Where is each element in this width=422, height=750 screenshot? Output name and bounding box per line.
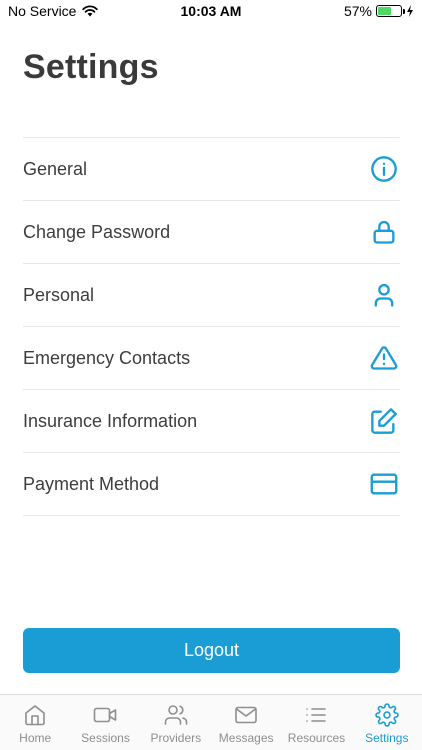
gear-icon [375,703,399,727]
tab-settings[interactable]: Settings [352,695,422,750]
tab-bar: Home Sessions Providers Messages Resourc… [0,694,422,750]
settings-item-payment-method[interactable]: Payment Method [23,453,400,516]
logout-button[interactable]: Logout [23,628,400,673]
edit-icon [369,406,399,436]
charging-icon [407,5,413,17]
tab-label: Home [19,731,52,745]
tab-providers[interactable]: Providers [141,695,211,750]
battery-percent: 57% [343,3,372,19]
battery-cap [403,9,405,14]
battery-fill [378,7,391,15]
tab-label: Settings [365,731,409,745]
tab-sessions[interactable]: Sessions [70,695,140,750]
list-icon [306,708,327,722]
credit-card-icon [369,469,399,499]
video-icon [94,707,117,723]
settings-item-personal[interactable]: Personal [23,264,400,327]
settings-list: General Change Password Personal Emergen… [23,137,400,516]
tab-resources[interactable]: Resources [281,695,351,750]
home-icon [25,705,45,726]
tab-label: Resources [287,731,346,745]
tab-messages[interactable]: Messages [211,695,281,750]
tab-label: Sessions [81,731,130,745]
settings-item-label: Change Password [23,221,171,242]
settings-item-label: Personal [23,284,95,305]
tab-label: Messages [218,731,274,745]
settings-item-label: Emergency Contacts [23,347,191,368]
battery-icon [376,5,405,17]
settings-item-label: Payment Method [23,473,160,494]
tab-label: Providers [150,731,202,745]
settings-item-label: Insurance Information [23,410,198,431]
warning-icon [369,343,399,373]
mail-icon [235,706,257,724]
settings-item-insurance-information[interactable]: Insurance Information [23,390,400,453]
users-icon [164,705,188,725]
settings-item-emergency-contacts[interactable]: Emergency Contacts [23,327,400,390]
settings-item-general[interactable]: General [23,138,400,201]
info-icon [369,154,399,184]
status-bar: No Service 10:03 AM 57% [0,0,422,24]
person-icon [369,280,399,310]
lock-icon [369,217,399,247]
page-title: Settings [23,48,159,86]
settings-item-change-password[interactable]: Change Password [23,201,400,264]
status-right: 57% [344,3,414,19]
settings-item-label: General [23,158,88,179]
tab-home[interactable]: Home [0,695,70,750]
